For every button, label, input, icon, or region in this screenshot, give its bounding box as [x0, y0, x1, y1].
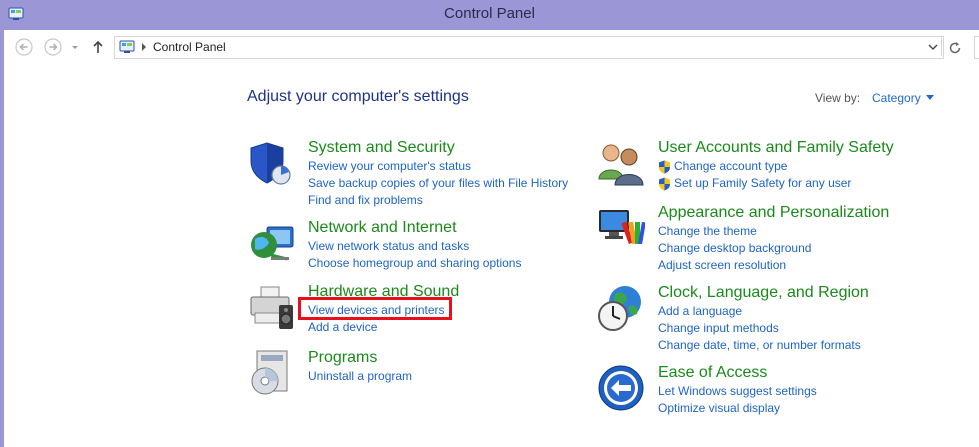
category-title[interactable]: System and Security: [308, 139, 455, 157]
ease-of-access-icon: [598, 365, 644, 411]
users-icon: [598, 144, 644, 186]
uac-shield-icon: [659, 160, 670, 174]
link-family-safety[interactable]: Set up Family Safety for any user: [658, 176, 851, 193]
page-title: Adjust your computer's settings: [247, 88, 469, 105]
window-title: Control Panel: [444, 5, 535, 22]
link-network-status[interactable]: View network status and tasks: [308, 239, 521, 256]
link-homegroup-sharing[interactable]: Choose homegroup and sharing options: [308, 256, 521, 273]
category-links: Change the theme Change desktop backgrou…: [658, 224, 811, 275]
link-find-fix-problems[interactable]: Find and fix problems: [308, 193, 568, 210]
breadcrumb-arrow-icon[interactable]: [140, 40, 148, 54]
link-change-theme[interactable]: Change the theme: [658, 224, 811, 241]
address-field[interactable]: Control Panel: [114, 36, 944, 59]
address-dropdown-icon[interactable]: [928, 41, 938, 53]
network-globe-icon: [251, 226, 294, 261]
category-title[interactable]: Ease of Access: [658, 364, 767, 382]
category-user-accounts: User Accounts and Family Safety Change a…: [597, 139, 937, 194]
forward-arrow-icon[interactable]: [44, 38, 62, 56]
view-by-label: View by:: [815, 91, 861, 105]
title-bar: Control Panel: [0, 0, 979, 30]
refresh-icon[interactable]: [948, 41, 962, 55]
caret-down-icon[interactable]: [926, 95, 934, 100]
link-input-methods[interactable]: Change input methods: [658, 321, 861, 338]
clock-globe-icon: [598, 286, 641, 331]
link-uninstall-program[interactable]: Uninstall a program: [308, 369, 412, 386]
link-add-language[interactable]: Add a language: [658, 304, 861, 321]
category-links: Let Windows suggest settings Optimize vi…: [658, 384, 817, 418]
category-appearance: Appearance and Personalization Change th…: [597, 204, 937, 274]
link-file-history[interactable]: Save backup copies of your files with Fi…: [308, 176, 568, 193]
address-bar: Control Panel: [4, 30, 979, 64]
link-windows-suggest[interactable]: Let Windows suggest settings: [658, 384, 817, 401]
category-system-and-security: System and Security Review your computer…: [247, 139, 587, 209]
printer-speaker-icon: [250, 286, 293, 329]
category-title[interactable]: Programs: [308, 349, 377, 367]
link-text: Set up Family Safety for any user: [674, 176, 852, 190]
category-title[interactable]: Network and Internet: [308, 219, 457, 237]
programs-disc-icon: [251, 350, 288, 395]
category-programs: Programs Uninstall a program: [247, 349, 587, 395]
category-ease-of-access: Ease of Access Let Windows suggest setti…: [597, 364, 937, 419]
view-by-dropdown[interactable]: Category: [872, 91, 921, 105]
chevron-down-icon[interactable]: [70, 38, 80, 56]
window-frame: [0, 30, 4, 447]
category-title[interactable]: Appearance and Personalization: [658, 204, 889, 222]
category-links: Add a language Change input methods Chan…: [658, 304, 861, 355]
link-review-status[interactable]: Review your computer's status: [308, 159, 568, 176]
address-divider: [941, 37, 942, 56]
control-panel-icon: [119, 40, 135, 53]
link-screen-resolution[interactable]: Adjust screen resolution: [658, 258, 811, 275]
link-optimize-display[interactable]: Optimize visual display: [658, 401, 817, 418]
uac-shield-icon: [659, 177, 670, 191]
link-text: Change account type: [674, 159, 788, 173]
category-links: Change account type Set up Family Safety…: [658, 159, 851, 193]
search-box[interactable]: [974, 36, 979, 59]
shield-security-icon: [250, 142, 291, 185]
category-links: Uninstall a program: [308, 369, 412, 386]
highlight-box: [298, 297, 452, 320]
breadcrumb-control-panel[interactable]: Control Panel: [153, 40, 226, 54]
link-add-device[interactable]: Add a device: [308, 320, 445, 337]
back-arrow-icon[interactable]: [15, 38, 33, 56]
category-clock-language-region: Clock, Language, and Region Add a langua…: [597, 284, 937, 354]
category-title[interactable]: Clock, Language, and Region: [658, 284, 869, 302]
monitor-palette-icon: [599, 210, 645, 245]
up-arrow-icon[interactable]: [91, 38, 105, 56]
link-date-time-formats[interactable]: Change date, time, or number formats: [658, 338, 861, 355]
link-change-account-type[interactable]: Change account type: [658, 159, 851, 176]
category-title[interactable]: User Accounts and Family Safety: [658, 139, 894, 157]
category-links: Review your computer's status Save backu…: [308, 159, 568, 210]
link-desktop-background[interactable]: Change desktop background: [658, 241, 811, 258]
category-links: View network status and tasks Choose hom…: [308, 239, 521, 273]
category-network-and-internet: Network and Internet View network status…: [247, 219, 587, 274]
